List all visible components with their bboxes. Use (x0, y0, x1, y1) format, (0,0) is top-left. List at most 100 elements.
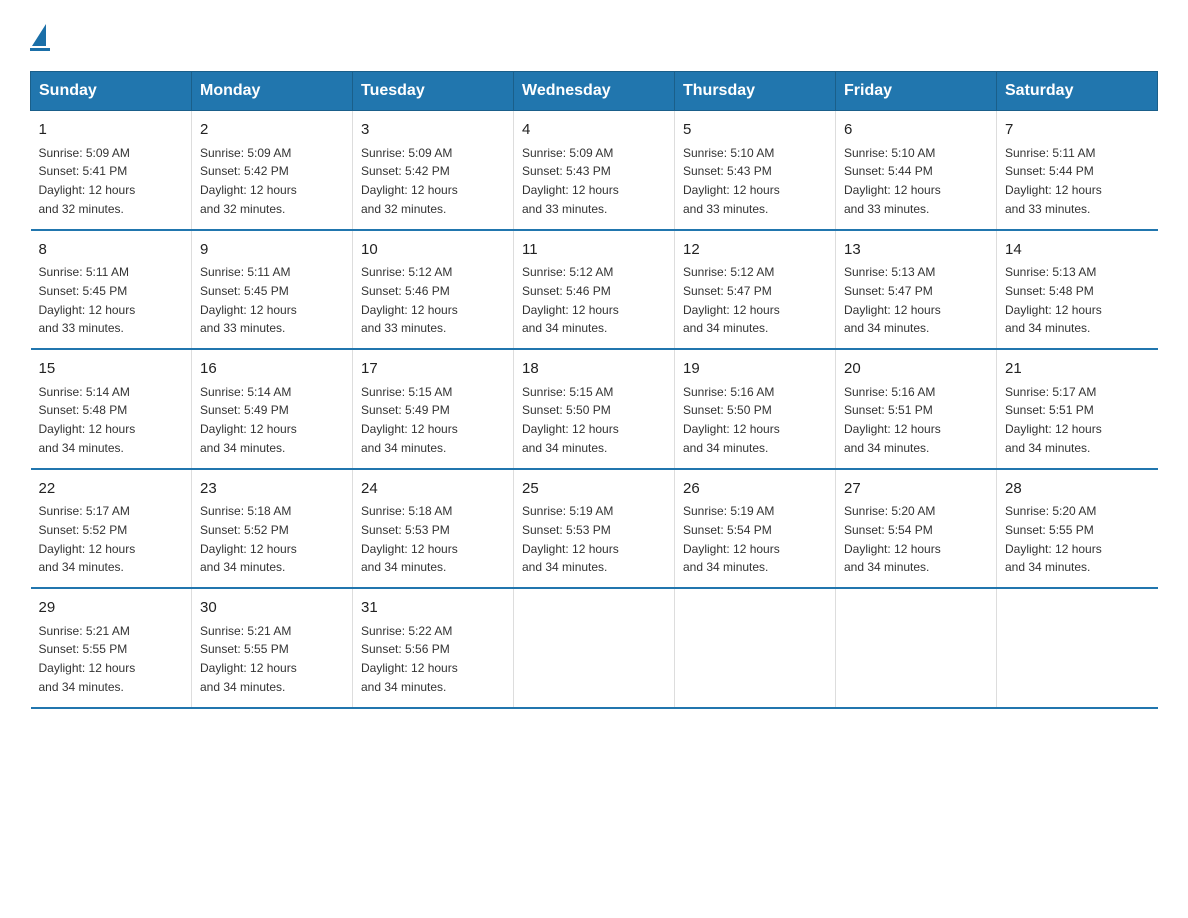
logo-triangle-icon (32, 24, 46, 46)
day-info: Sunrise: 5:14 AMSunset: 5:49 PMDaylight:… (200, 385, 297, 455)
day-number: 24 (361, 478, 505, 501)
day-info: Sunrise: 5:16 AMSunset: 5:51 PMDaylight:… (844, 385, 941, 455)
calendar-cell: 10 Sunrise: 5:12 AMSunset: 5:46 PMDaylig… (353, 230, 514, 350)
calendar-cell: 22 Sunrise: 5:17 AMSunset: 5:52 PMDaylig… (31, 469, 192, 589)
day-number: 1 (39, 119, 184, 142)
day-info: Sunrise: 5:09 AMSunset: 5:42 PMDaylight:… (200, 146, 297, 216)
calendar-cell: 19 Sunrise: 5:16 AMSunset: 5:50 PMDaylig… (675, 349, 836, 469)
calendar-cell: 26 Sunrise: 5:19 AMSunset: 5:54 PMDaylig… (675, 469, 836, 589)
header-sunday: Sunday (31, 72, 192, 111)
week-row-1: 1 Sunrise: 5:09 AMSunset: 5:41 PMDayligh… (31, 111, 1158, 230)
day-number: 23 (200, 478, 344, 501)
calendar-cell: 13 Sunrise: 5:13 AMSunset: 5:47 PMDaylig… (836, 230, 997, 350)
day-info: Sunrise: 5:17 AMSunset: 5:51 PMDaylight:… (1005, 385, 1102, 455)
logo (30, 20, 50, 51)
calendar-cell (514, 588, 675, 708)
day-info: Sunrise: 5:13 AMSunset: 5:48 PMDaylight:… (1005, 265, 1102, 335)
calendar-cell: 11 Sunrise: 5:12 AMSunset: 5:46 PMDaylig… (514, 230, 675, 350)
calendar-cell: 30 Sunrise: 5:21 AMSunset: 5:55 PMDaylig… (192, 588, 353, 708)
calendar-cell (997, 588, 1158, 708)
calendar-cell (675, 588, 836, 708)
day-number: 18 (522, 358, 666, 381)
calendar-cell: 15 Sunrise: 5:14 AMSunset: 5:48 PMDaylig… (31, 349, 192, 469)
day-number: 27 (844, 478, 988, 501)
day-info: Sunrise: 5:12 AMSunset: 5:47 PMDaylight:… (683, 265, 780, 335)
day-number: 21 (1005, 358, 1150, 381)
day-info: Sunrise: 5:20 AMSunset: 5:55 PMDaylight:… (1005, 504, 1102, 574)
header-saturday: Saturday (997, 72, 1158, 111)
calendar-cell: 20 Sunrise: 5:16 AMSunset: 5:51 PMDaylig… (836, 349, 997, 469)
day-info: Sunrise: 5:17 AMSunset: 5:52 PMDaylight:… (39, 504, 136, 574)
day-info: Sunrise: 5:10 AMSunset: 5:44 PMDaylight:… (844, 146, 941, 216)
calendar-cell: 3 Sunrise: 5:09 AMSunset: 5:42 PMDayligh… (353, 111, 514, 230)
day-number: 29 (39, 597, 184, 620)
day-info: Sunrise: 5:13 AMSunset: 5:47 PMDaylight:… (844, 265, 941, 335)
calendar-cell: 27 Sunrise: 5:20 AMSunset: 5:54 PMDaylig… (836, 469, 997, 589)
day-number: 14 (1005, 239, 1150, 262)
day-info: Sunrise: 5:15 AMSunset: 5:49 PMDaylight:… (361, 385, 458, 455)
day-number: 11 (522, 239, 666, 262)
day-info: Sunrise: 5:09 AMSunset: 5:41 PMDaylight:… (39, 146, 136, 216)
calendar-table: SundayMondayTuesdayWednesdayThursdayFrid… (30, 71, 1158, 709)
day-number: 20 (844, 358, 988, 381)
calendar-cell: 16 Sunrise: 5:14 AMSunset: 5:49 PMDaylig… (192, 349, 353, 469)
day-number: 9 (200, 239, 344, 262)
calendar-cell: 28 Sunrise: 5:20 AMSunset: 5:55 PMDaylig… (997, 469, 1158, 589)
day-number: 10 (361, 239, 505, 262)
calendar-cell: 12 Sunrise: 5:12 AMSunset: 5:47 PMDaylig… (675, 230, 836, 350)
day-number: 16 (200, 358, 344, 381)
calendar-cell: 6 Sunrise: 5:10 AMSunset: 5:44 PMDayligh… (836, 111, 997, 230)
calendar-cell: 24 Sunrise: 5:18 AMSunset: 5:53 PMDaylig… (353, 469, 514, 589)
day-number: 13 (844, 239, 988, 262)
calendar-cell: 23 Sunrise: 5:18 AMSunset: 5:52 PMDaylig… (192, 469, 353, 589)
day-info: Sunrise: 5:14 AMSunset: 5:48 PMDaylight:… (39, 385, 136, 455)
day-info: Sunrise: 5:16 AMSunset: 5:50 PMDaylight:… (683, 385, 780, 455)
day-number: 6 (844, 119, 988, 142)
calendar-cell: 25 Sunrise: 5:19 AMSunset: 5:53 PMDaylig… (514, 469, 675, 589)
day-info: Sunrise: 5:20 AMSunset: 5:54 PMDaylight:… (844, 504, 941, 574)
day-number: 25 (522, 478, 666, 501)
calendar-cell: 29 Sunrise: 5:21 AMSunset: 5:55 PMDaylig… (31, 588, 192, 708)
calendar-cell: 9 Sunrise: 5:11 AMSunset: 5:45 PMDayligh… (192, 230, 353, 350)
week-row-3: 15 Sunrise: 5:14 AMSunset: 5:48 PMDaylig… (31, 349, 1158, 469)
day-number: 12 (683, 239, 827, 262)
header-wednesday: Wednesday (514, 72, 675, 111)
header-friday: Friday (836, 72, 997, 111)
day-number: 22 (39, 478, 184, 501)
day-number: 2 (200, 119, 344, 142)
day-info: Sunrise: 5:19 AMSunset: 5:53 PMDaylight:… (522, 504, 619, 574)
page-header (30, 20, 1158, 51)
day-info: Sunrise: 5:12 AMSunset: 5:46 PMDaylight:… (522, 265, 619, 335)
calendar-cell: 14 Sunrise: 5:13 AMSunset: 5:48 PMDaylig… (997, 230, 1158, 350)
day-info: Sunrise: 5:21 AMSunset: 5:55 PMDaylight:… (200, 624, 297, 694)
calendar-cell: 5 Sunrise: 5:10 AMSunset: 5:43 PMDayligh… (675, 111, 836, 230)
day-info: Sunrise: 5:11 AMSunset: 5:45 PMDaylight:… (200, 265, 297, 335)
day-info: Sunrise: 5:21 AMSunset: 5:55 PMDaylight:… (39, 624, 136, 694)
day-number: 8 (39, 239, 184, 262)
day-info: Sunrise: 5:18 AMSunset: 5:53 PMDaylight:… (361, 504, 458, 574)
calendar-cell: 7 Sunrise: 5:11 AMSunset: 5:44 PMDayligh… (997, 111, 1158, 230)
day-number: 3 (361, 119, 505, 142)
day-info: Sunrise: 5:09 AMSunset: 5:43 PMDaylight:… (522, 146, 619, 216)
day-info: Sunrise: 5:09 AMSunset: 5:42 PMDaylight:… (361, 146, 458, 216)
day-info: Sunrise: 5:22 AMSunset: 5:56 PMDaylight:… (361, 624, 458, 694)
day-number: 15 (39, 358, 184, 381)
calendar-cell: 21 Sunrise: 5:17 AMSunset: 5:51 PMDaylig… (997, 349, 1158, 469)
day-number: 7 (1005, 119, 1150, 142)
day-number: 30 (200, 597, 344, 620)
week-row-2: 8 Sunrise: 5:11 AMSunset: 5:45 PMDayligh… (31, 230, 1158, 350)
calendar-cell (836, 588, 997, 708)
calendar-cell: 18 Sunrise: 5:15 AMSunset: 5:50 PMDaylig… (514, 349, 675, 469)
day-info: Sunrise: 5:18 AMSunset: 5:52 PMDaylight:… (200, 504, 297, 574)
week-row-4: 22 Sunrise: 5:17 AMSunset: 5:52 PMDaylig… (31, 469, 1158, 589)
week-row-5: 29 Sunrise: 5:21 AMSunset: 5:55 PMDaylig… (31, 588, 1158, 708)
day-number: 19 (683, 358, 827, 381)
header-thursday: Thursday (675, 72, 836, 111)
day-info: Sunrise: 5:10 AMSunset: 5:43 PMDaylight:… (683, 146, 780, 216)
day-number: 31 (361, 597, 505, 620)
day-info: Sunrise: 5:15 AMSunset: 5:50 PMDaylight:… (522, 385, 619, 455)
day-number: 5 (683, 119, 827, 142)
calendar-cell: 2 Sunrise: 5:09 AMSunset: 5:42 PMDayligh… (192, 111, 353, 230)
day-info: Sunrise: 5:11 AMSunset: 5:44 PMDaylight:… (1005, 146, 1102, 216)
calendar-cell: 17 Sunrise: 5:15 AMSunset: 5:49 PMDaylig… (353, 349, 514, 469)
